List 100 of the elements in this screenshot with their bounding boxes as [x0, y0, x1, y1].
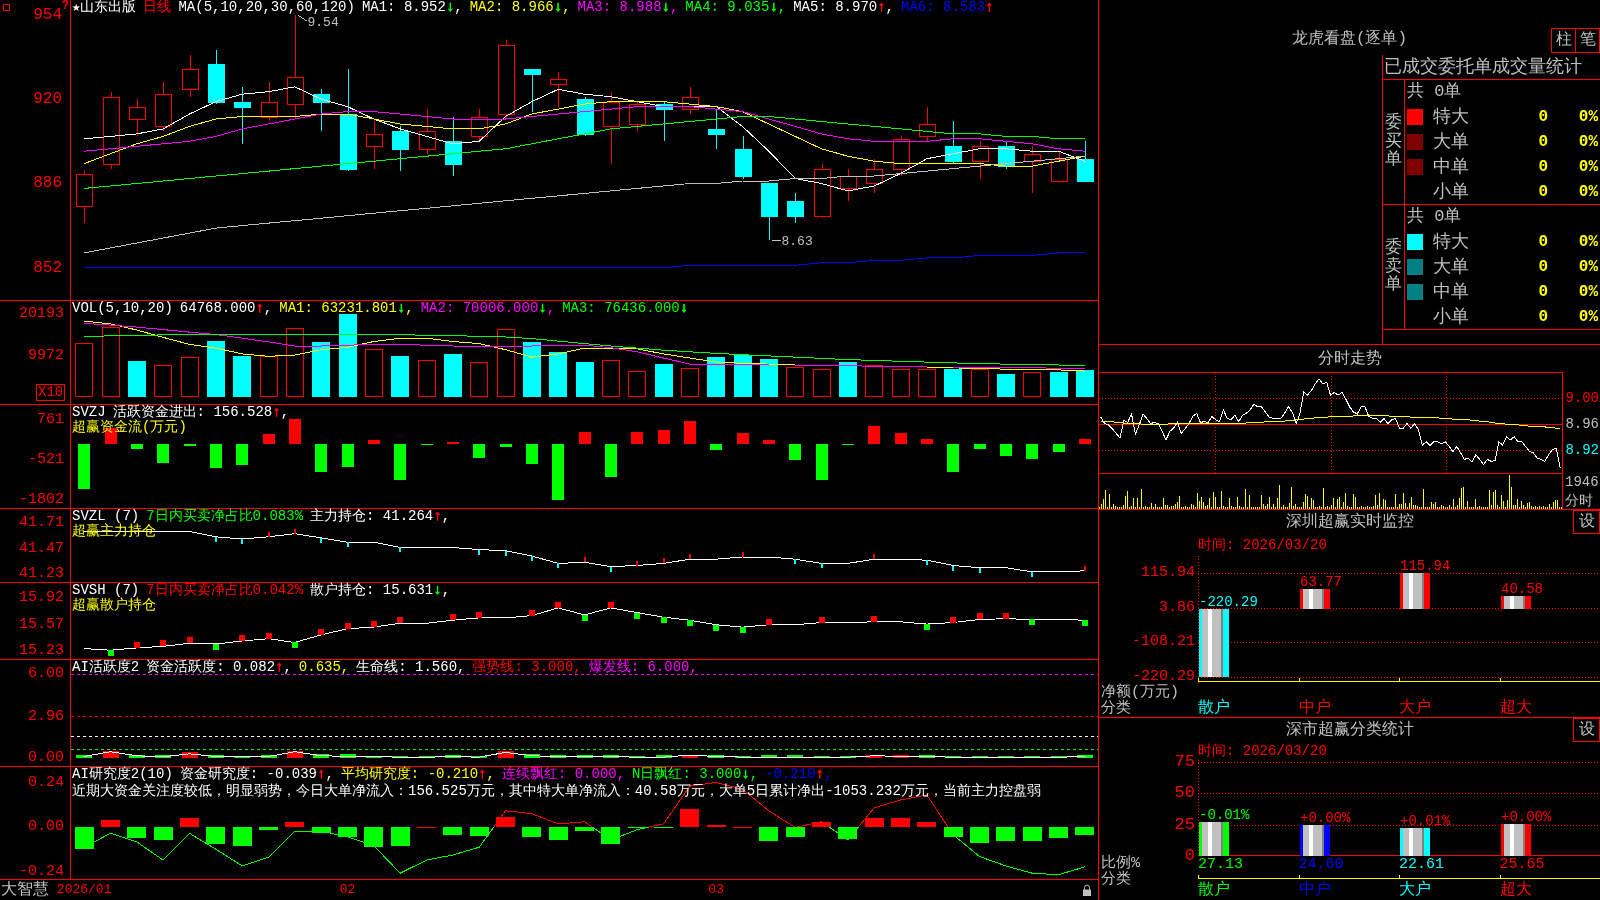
indicator-label: AI研究度2(10) [72, 767, 173, 782]
brand-name: 大智慧 [1, 881, 49, 899]
indicator-label: 0.635, [298, 660, 350, 675]
order-total: 共 0单 [1407, 81, 1462, 103]
order-count: 0 [1537, 256, 1548, 277]
price-annotation: 9.54 [307, 14, 339, 30]
axis-tick-label: 0.24 [28, 773, 64, 792]
price-annotation: 8.63 [781, 234, 813, 250]
axis-tick-label: 9.00 [1565, 389, 1599, 406]
indicator-label: 连续飘红: 0.000, [501, 767, 626, 782]
axis-tick-label: -1802 [19, 491, 64, 509]
order-percent: 0% [1577, 231, 1598, 252]
value-label: 24.60 [1298, 856, 1344, 874]
order-percent: 0% [1577, 106, 1598, 127]
category-label: 散户 [1198, 698, 1230, 717]
order-percent: 0% [1577, 256, 1598, 277]
order-size-label: 特大 [1433, 230, 1470, 253]
order-size-label: 特大 [1433, 105, 1470, 128]
indicator-label: 活跃资金进出: 156.528↑, [112, 405, 290, 420]
order-size-label: 中单 [1433, 155, 1470, 178]
indicator-label: VOL(5,10,20) [72, 301, 173, 316]
indicator-label: 强势线: 3.000, [472, 660, 582, 675]
panel-title: 分时走势 [1317, 348, 1382, 369]
indicator-label: MA(5,10,20,30,60,120) [178, 0, 355, 15]
time-label: 时间: 2026/03/20 [1198, 537, 1327, 553]
axis-tick-label: 920 [33, 90, 62, 109]
order-count: 0 [1537, 281, 1548, 302]
indicator-label: ★山东出版 [72, 0, 137, 15]
indicator-label: 日线 [143, 0, 172, 15]
axis-tick-label: -108.21 [1132, 633, 1195, 651]
axis-tick-label: 9972 [28, 347, 64, 365]
category-label: 散户 [1198, 880, 1230, 899]
axis-title: 分类 [1101, 701, 1131, 717]
indicator-label: 生命线: 1.560, [356, 660, 466, 675]
indicator-title: 超赢散户持仓 [72, 598, 156, 612]
indicator-label: -0.210↑, [765, 767, 833, 782]
group-label: 委卖单 [1385, 238, 1402, 296]
axis-tick-label: 886 [33, 174, 62, 193]
unit-label: 分时 [1565, 493, 1593, 509]
indicator-label: N日飘红: 3.000↓, [632, 767, 759, 782]
axis-tick-label: 75 [1174, 752, 1195, 772]
indicator-label: 散户持仓: 15.631↓, [310, 583, 451, 598]
indicator-label: MA2: 8.966↓, [469, 0, 571, 15]
axis-tick-label: 761 [37, 411, 64, 429]
indicator-label: MA1: 8.952↓, [361, 0, 463, 15]
order-percent: 0% [1577, 181, 1598, 202]
axis-tick-label: 15.23 [19, 642, 64, 660]
order-size-label: 大单 [1433, 130, 1470, 153]
time-label: 时间: 2026/03/20 [1198, 743, 1327, 759]
axis-tick-label: 0 [1184, 846, 1195, 866]
indicator-label: 资金活跃度: 0.082↑, [146, 660, 292, 675]
indicator-label: 资金研究度: -0.039↑, [179, 767, 334, 782]
value-label: -220.29 [1199, 593, 1258, 610]
indicator-label: MA5: 8.970↑, [793, 0, 894, 15]
axis-tick-label: 0.00 [28, 749, 64, 767]
indicator-label: MA3: 76436.000↓ [562, 301, 689, 316]
category-label: 中户 [1298, 880, 1331, 899]
category-label: 超大 [1499, 698, 1532, 717]
order-size-label: 大单 [1433, 255, 1470, 278]
order-count: 0 [1537, 181, 1548, 202]
indicator-label: SVZL (7) [72, 509, 140, 524]
axis-tick-label: 8.92 [1565, 441, 1599, 458]
order-size-label: 小单 [1433, 305, 1470, 328]
value-label: 25.65 [1499, 856, 1545, 874]
indicator-label: SVSH (7) [72, 583, 140, 598]
change-label: +0.01% [1400, 812, 1451, 829]
value-label: 40.58 [1501, 581, 1543, 598]
indicator-label: 7日内买卖净占比0.083% [146, 509, 304, 524]
order-percent: 0% [1577, 306, 1598, 327]
date-label: 2026/01 [56, 880, 112, 900]
axis-tick-label: 0.00 [28, 818, 64, 837]
order-percent: 0% [1577, 131, 1598, 152]
indicator-label: MA2: 70006.000↓, [420, 301, 556, 316]
axis-tick-label: 6.00 [28, 665, 64, 684]
order-total: 共 0单 [1407, 206, 1462, 228]
axis-title: 比例% [1101, 856, 1140, 872]
axis-tick-label: 50 [1174, 783, 1195, 803]
order-count: 0 [1537, 131, 1548, 152]
axis-tick-label: 25 [1174, 814, 1195, 835]
indicator-label: MA3: 8.988↓, [577, 0, 679, 15]
value-label: 115.94 [1400, 558, 1451, 574]
axis-title: 净额(万元) [1101, 685, 1179, 701]
unit-label: X10 [36, 384, 66, 401]
indicator-label: AI活跃度2 [72, 660, 140, 675]
change-label: -0.01% [1199, 806, 1250, 823]
indicator-label: MA6: 8.583↑ [901, 0, 994, 15]
axis-title: 分类 [1101, 872, 1131, 888]
axis-tick-label: 15.92 [19, 589, 64, 607]
value-label: 27.13 [1198, 856, 1243, 874]
indicator-label: MA1: 63231.801↓, [279, 301, 414, 316]
order-percent: 0% [1577, 281, 1598, 302]
order-count: 0 [1537, 231, 1548, 252]
axis-tick-label: -521 [28, 451, 64, 469]
indicator-label: 7日内买卖净占比0.042% [146, 583, 304, 598]
indicator-label: SVZJ [72, 405, 106, 420]
help-mark: ? [61, 0, 69, 12]
order-count: 0 [1537, 306, 1548, 327]
indicator-label: 平均研究度: -0.210↑, [340, 767, 495, 782]
panel-title: 深市超赢分类统计 [1285, 720, 1414, 740]
volume-scale-label: 1946 [1565, 474, 1599, 490]
